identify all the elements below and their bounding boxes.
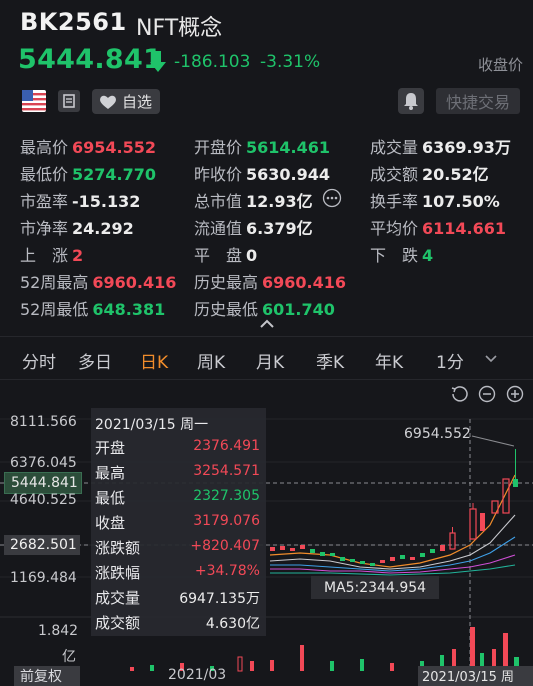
tooltip-close-value: 3179.076 (193, 513, 260, 529)
close-status: 收盘价 (477, 56, 523, 74)
tab-daily-k[interactable]: 日K (140, 348, 168, 373)
zoom-out-icon[interactable] (478, 385, 496, 403)
price-change-pct: -3.31% (260, 52, 321, 72)
tooltip-row-high: 最高 (95, 464, 126, 482)
tab-quarterly-k[interactable]: 季K (316, 348, 344, 373)
volume-axis-value: 1.842 (38, 623, 79, 639)
tab-weekly-k[interactable]: 周K (197, 348, 225, 373)
stat-pb: 市净率 24.292 (20, 219, 134, 238)
tooltip-open-value: 2376.491 (193, 438, 260, 454)
stat-down-count: 下 跌4 (370, 246, 434, 265)
tooltip-row-open: 开盘 (95, 439, 126, 457)
down-arrow-icon (150, 51, 166, 72)
stat-prev-close: 昨收价 5630.944 (194, 165, 331, 184)
x-date-left: 2021/03 (168, 667, 227, 683)
collapse-chevron-icon[interactable] (258, 318, 276, 330)
tooltip-row-close: 收盘 (95, 514, 126, 532)
crosshair-date-tag: 2021/03/15 周 (418, 666, 533, 686)
tooltip-row-volume: 成交量 (95, 589, 141, 607)
adjust-mode-button[interactable]: 前复权 (14, 666, 80, 686)
stat-turnover-rate: 换手率 107.50% (370, 192, 500, 211)
more-icon[interactable] (322, 188, 342, 208)
stat-float-cap: 流通值 6.379亿 (194, 219, 313, 238)
tab-monthly-k[interactable]: 月K (256, 348, 284, 373)
chevron-down-icon[interactable] (484, 354, 498, 364)
y-label-1: 8111.566 (10, 414, 77, 430)
stat-mkt-cap: 总市值 12.93亿 (194, 192, 313, 211)
y-label-4: 4640.525 (10, 492, 77, 508)
ohlc-tooltip: 2021/03/15 周一 开盘 2376.491 最高 3254.571 最低… (91, 408, 266, 636)
stat-hist-high: 历史最高 6960.416 (194, 273, 347, 292)
document-icon[interactable] (58, 90, 80, 112)
stat-up-count: 上 涨2 (20, 246, 84, 265)
heart-icon (100, 95, 116, 109)
peak-pointer (471, 435, 514, 447)
tooltip-volume-value: 6947.135万 (179, 591, 260, 607)
stat-pe: 市盈率 -15.132 (20, 192, 141, 211)
stat-52w-low: 52周最低 648.381 (20, 300, 166, 319)
add-favorite-button[interactable]: 自选 (92, 89, 160, 114)
bell-icon[interactable] (398, 88, 424, 114)
price-change: -186.103 (174, 52, 251, 72)
tooltip-row-change: 涨跌额 (95, 539, 141, 557)
peak-value-label: 6954.552 (404, 426, 471, 442)
tab-1min[interactable]: 1分 (436, 348, 464, 373)
stat-open: 开盘价 5614.461 (194, 138, 331, 157)
tooltip-low-value: 2327.305 (193, 488, 260, 504)
favorite-label: 自选 (122, 93, 153, 111)
tooltip-high-value: 3254.571 (193, 463, 260, 479)
tooltip-change-pct-value: +34.78% (194, 563, 260, 579)
volume-axis-unit: 亿 (62, 649, 76, 665)
current-price: 5444.841 (18, 44, 163, 75)
tab-intraday[interactable]: 分时 (22, 348, 56, 373)
stat-flat-count: 平 盘0 (194, 246, 258, 265)
stat-turnover: 成交额 20.52亿 (370, 165, 489, 184)
ma5-label: MA5:2344.954 (311, 576, 439, 599)
current-price-tag: 5444.841 (4, 472, 82, 494)
y-label-2: 6376.045 (10, 455, 77, 471)
tab-yearly-k[interactable]: 年K (375, 348, 403, 373)
y-label-6: 1169.484 (10, 570, 77, 586)
tooltip-turnover-value: 4.630亿 (205, 616, 260, 632)
stock-name: NFT概念 (136, 16, 223, 41)
stat-avg-price: 平均价 6114.661 (370, 219, 507, 238)
crosshair-price-tag: 2682.501 (4, 535, 80, 555)
reset-icon[interactable] (450, 385, 468, 403)
stock-code: BK2561 (20, 8, 127, 36)
period-tabs: 分时 多日 日K 周K 月K 季K 年K 1分 (0, 338, 533, 378)
stat-low: 最低价 5274.770 (20, 165, 157, 184)
us-flag-icon[interactable] (22, 90, 46, 112)
zoom-in-icon[interactable] (506, 385, 524, 403)
tooltip-row-turnover: 成交额 (95, 614, 141, 632)
tooltip-row-low: 最低 (95, 489, 126, 507)
stat-volume: 成交量 6369.93万 (370, 138, 511, 157)
tab-multi-day[interactable]: 多日 (78, 348, 112, 373)
stat-hist-low: 历史最低 601.740 (194, 300, 335, 319)
quick-trade-button[interactable]: 快捷交易 (436, 88, 520, 114)
tooltip-change-value: +820.407 (190, 538, 260, 554)
tooltip-row-change-pct: 涨跌幅 (95, 564, 141, 582)
tooltip-date: 2021/03/15 周一 (95, 417, 209, 433)
stat-high: 最高价 6954.552 (20, 138, 157, 157)
stat-52w-high: 52周最高 6960.416 (20, 273, 177, 292)
